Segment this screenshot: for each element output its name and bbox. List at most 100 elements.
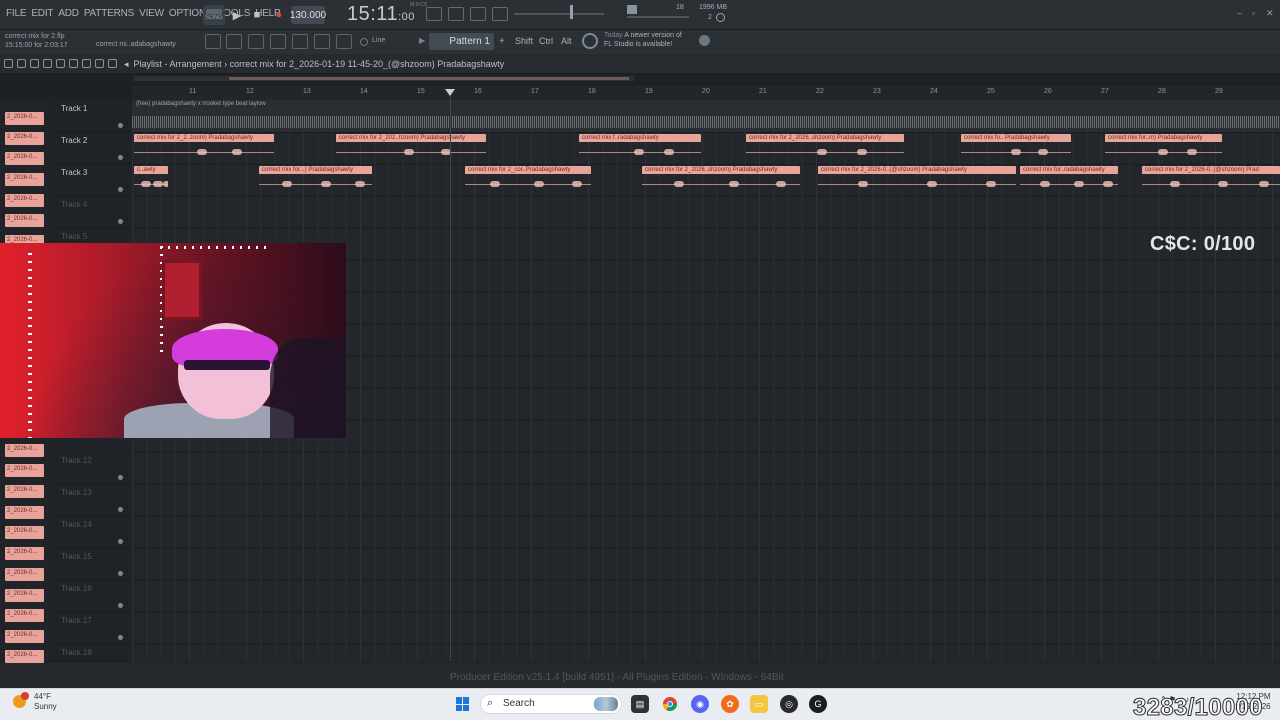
news-settings-icon[interactable] — [699, 35, 710, 46]
audio-clip[interactable]: correct mix for 2_2026-0..(@shzoom) Prad — [1142, 166, 1280, 194]
typing-keyboard-icon[interactable] — [426, 7, 442, 21]
weather-widget[interactable]: 44°F Sunny — [34, 692, 57, 712]
track-header[interactable]: Track 16 — [50, 580, 130, 612]
piano-roll-view-icon[interactable] — [226, 34, 242, 49]
draw-tool-icon[interactable] — [4, 59, 13, 68]
timeline-ruler[interactable]: 11 12 13 14 15 16 17 18 19 20 21 22 23 24 25 26 27 28 29 — [132, 86, 1280, 100]
audio-clip[interactable]: correct mix for...) Pradabagshawty — [259, 166, 372, 194]
track-header[interactable]: Track 12 — [50, 452, 130, 484]
track-header[interactable]: Track 2 — [50, 132, 130, 164]
track-name[interactable]: Track 13 — [61, 488, 92, 497]
track-mute-led[interactable] — [118, 187, 123, 192]
chrome-icon[interactable] — [661, 695, 679, 713]
windows-start-icon[interactable] — [456, 697, 470, 711]
track-name[interactable]: Track 16 — [61, 584, 92, 593]
play-button[interactable]: ▶ — [229, 7, 245, 23]
zoom-tool-icon[interactable] — [95, 59, 104, 68]
maximize-icon[interactable]: ▫ — [1252, 8, 1255, 18]
playlist-overview-scrollbar[interactable] — [134, 76, 634, 81]
plugin-picker-icon[interactable] — [314, 34, 330, 49]
tempo-display[interactable]: 130.000 — [290, 6, 326, 24]
mic-icon[interactable] — [336, 34, 352, 49]
news-panel[interactable]: Today A newer version of FL Studio is av… — [604, 31, 682, 49]
track-mute-led[interactable] — [118, 475, 123, 480]
track-name[interactable]: Track 18 — [61, 648, 92, 657]
picker-clip-item[interactable]: 2_2026-0... — [5, 173, 44, 186]
picker-clip-item[interactable]: 2_2026-0... — [5, 630, 44, 643]
mute-tool-icon[interactable] — [43, 59, 52, 68]
playlist-view-icon[interactable] — [205, 34, 221, 49]
playback-tool-icon[interactable] — [108, 59, 117, 68]
track-name[interactable]: Track 3 — [61, 168, 87, 177]
picker-clip-item[interactable]: 2_2026-0... — [5, 152, 44, 165]
step-edit-icon[interactable] — [448, 7, 464, 21]
picker-clip-item[interactable]: 2_2026-0... — [5, 132, 44, 145]
paint-tool-icon[interactable] — [17, 59, 26, 68]
fl-studio-icon[interactable]: ✿ — [721, 695, 739, 713]
track-name[interactable]: Track 5 — [61, 232, 87, 241]
audio-clip[interactable]: correct mix for 2_2026-0..(@shzoom) Prad… — [818, 166, 1016, 194]
picker-clip-item[interactable]: 2_2026-0... — [5, 194, 44, 207]
picker-clip-item[interactable]: 2_2026-0... — [5, 547, 44, 560]
picker-clip-item[interactable]: 2_2026-0... — [5, 214, 44, 227]
shift-key-button[interactable]: Shift — [515, 36, 533, 46]
browser-view-icon[interactable] — [248, 34, 264, 49]
track-header[interactable]: Track 13 — [50, 484, 130, 516]
audio-clip[interactable]: correct mix fo.. Pradabagshawty — [961, 134, 1071, 162]
picker-clip-item[interactable]: 2_2026-0... — [5, 609, 44, 622]
picker-clip-item[interactable]: 2_2026-0... — [5, 464, 44, 477]
track-mute-led[interactable] — [118, 603, 123, 608]
select-tool-icon[interactable] — [82, 59, 91, 68]
loop-record-icon[interactable] — [470, 7, 486, 21]
track-name[interactable]: Track 1 — [61, 104, 87, 113]
track-mute-led[interactable] — [118, 571, 123, 576]
channel-rack-icon[interactable] — [270, 34, 286, 49]
audio-clip[interactable]: correct mix for 2_2..zoom) Pradabagshawt… — [134, 134, 274, 162]
track-header[interactable]: Track 15 — [50, 548, 130, 580]
slip-tool-icon[interactable] — [56, 59, 65, 68]
obs-icon[interactable]: ◎ — [780, 695, 798, 713]
track-mute-led[interactable] — [118, 155, 123, 160]
song-mode-toggle[interactable]: SONG — [203, 5, 225, 25]
picker-clip-item[interactable]: 2_2026-0... — [5, 112, 44, 125]
audio-clip[interactable]: correct mix for 2_2026..shzoom) Pradabag… — [746, 134, 904, 162]
menu-edit[interactable]: EDIT — [31, 8, 53, 19]
arrangement-name[interactable]: correct mix for 2_2026-01-19 11-45-20_(@… — [230, 59, 505, 69]
track-mute-led[interactable] — [118, 635, 123, 640]
audio-clip[interactable]: c..awty — [134, 166, 168, 194]
master-pitch-knob[interactable] — [570, 5, 573, 19]
audio-clip[interactable]: correct mix for 2_202..hzoom) Pradabagsh… — [336, 134, 486, 162]
track-name[interactable]: Track 4 — [61, 200, 87, 209]
track-header[interactable]: Track 4 — [50, 196, 130, 228]
song-position-display[interactable]: 15:11:00 — [347, 3, 415, 26]
record-button[interactable]: ● — [271, 7, 287, 23]
close-icon[interactable]: ✕ — [1266, 8, 1274, 19]
track-mute-led[interactable] — [118, 507, 123, 512]
track-name[interactable]: Track 2 — [61, 136, 87, 145]
master-pitch-slider[interactable] — [514, 13, 604, 15]
mixer-icon[interactable] — [292, 34, 308, 49]
track-mute-led[interactable] — [118, 219, 123, 224]
menu-file[interactable]: FILE — [6, 8, 27, 19]
stop-button[interactable]: ■ — [249, 7, 265, 23]
playhead-marker[interactable] — [445, 89, 455, 96]
slice-tool-icon[interactable] — [69, 59, 78, 68]
track-header[interactable]: Track 17 — [50, 612, 130, 644]
ctrl-key-button[interactable]: Ctrl — [539, 36, 553, 46]
picker-clip-item[interactable]: 2_2026-0... — [5, 506, 44, 519]
picker-clip-item[interactable]: 2_2026-0... — [5, 444, 44, 457]
track-header[interactable]: Track 14 — [50, 516, 130, 548]
minimize-icon[interactable]: – — [1237, 8, 1242, 18]
audio-clip[interactable]: correct mix for 2_cor..Pradabagshawty — [465, 166, 591, 194]
track-header[interactable]: Track 1 — [50, 100, 130, 132]
audio-clip[interactable]: correct mix for..radabagshawty — [1020, 166, 1118, 194]
track-name[interactable]: Track 14 — [61, 520, 92, 529]
metronome-icon[interactable] — [492, 7, 508, 21]
picker-clip-item[interactable]: 2_2026-0... — [5, 526, 44, 539]
track-mute-led[interactable] — [118, 123, 123, 128]
menu-patterns[interactable]: PATTERNS — [84, 8, 134, 19]
pattern-selector[interactable]: Pattern 1 — [429, 33, 494, 50]
audio-clip[interactable]: correct mix f..radabagshawty — [579, 134, 701, 162]
delete-tool-icon[interactable] — [30, 59, 39, 68]
add-pattern-button[interactable]: + — [499, 36, 505, 47]
